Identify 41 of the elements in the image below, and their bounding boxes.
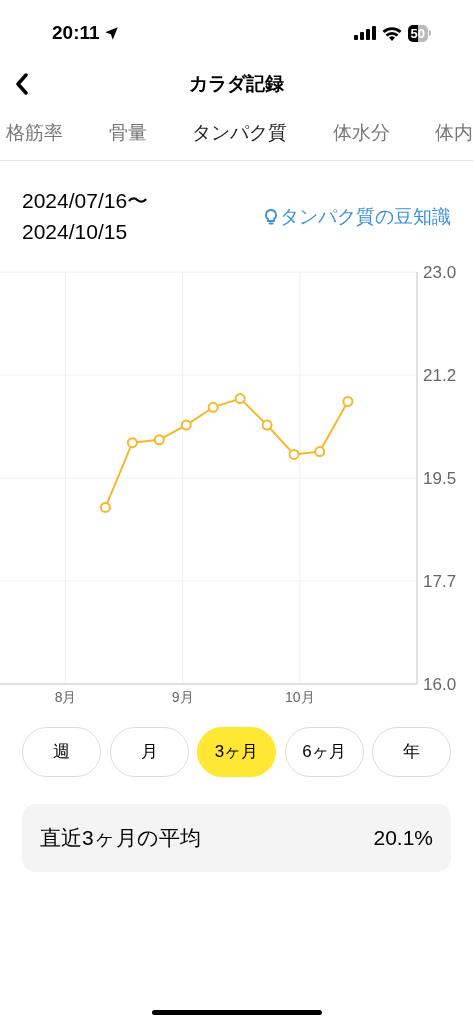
lightbulb-icon (264, 208, 278, 227)
period-button[interactable]: 年 (372, 727, 451, 777)
data-point (180, 419, 192, 431)
average-label: 直近3ヶ月の平均 (40, 825, 201, 852)
back-chevron-icon (15, 73, 29, 95)
data-point (314, 446, 326, 457)
data-point (99, 501, 111, 513)
tips-link[interactable]: タンパク質の豆知識 (264, 203, 451, 232)
average-value: 20.1% (373, 825, 433, 852)
location-arrow-icon (103, 25, 119, 41)
y-tick-label: 23.0 (423, 265, 457, 282)
date-range-end: 2024/10/15 (22, 219, 129, 245)
category-tab[interactable]: 体水分 (332, 118, 390, 148)
category-tab[interactable]: タンパク質 (192, 118, 287, 148)
period-button[interactable]: 6ヶ月 (284, 727, 364, 777)
battery-indicator: 50 (407, 24, 428, 42)
x-tick-label: 10月 (285, 689, 315, 705)
y-tick-label: 19.5 (423, 469, 457, 488)
date-range-start: 2024/07/16〜 (22, 188, 149, 214)
data-point (234, 393, 246, 405)
y-tick-label: 17.7 (423, 572, 457, 591)
data-point (342, 396, 354, 407)
category-tab[interactable]: 骨量 (108, 118, 147, 148)
category-tab[interactable]: 体内 (435, 118, 473, 148)
wifi-icon (381, 25, 402, 41)
status-time: 20:11 (52, 20, 100, 45)
signal-icon (353, 26, 376, 40)
x-tick-label: 9月 (171, 689, 194, 705)
page-title: カラダ記録 (189, 71, 284, 96)
data-point (126, 437, 138, 449)
data-point (207, 401, 219, 413)
period-button[interactable]: 3ヶ月 (197, 727, 276, 777)
data-point (153, 434, 165, 446)
period-button[interactable]: 月 (109, 727, 189, 777)
data-point (261, 419, 273, 431)
data-point (288, 448, 300, 460)
y-tick-label: 21.2 (423, 366, 457, 385)
y-tick-label: 16.0 (423, 675, 457, 694)
category-tab[interactable]: 格筋率 (6, 118, 63, 148)
period-button[interactable]: 週 (22, 727, 101, 777)
x-tick-label: 8月 (54, 689, 77, 705)
